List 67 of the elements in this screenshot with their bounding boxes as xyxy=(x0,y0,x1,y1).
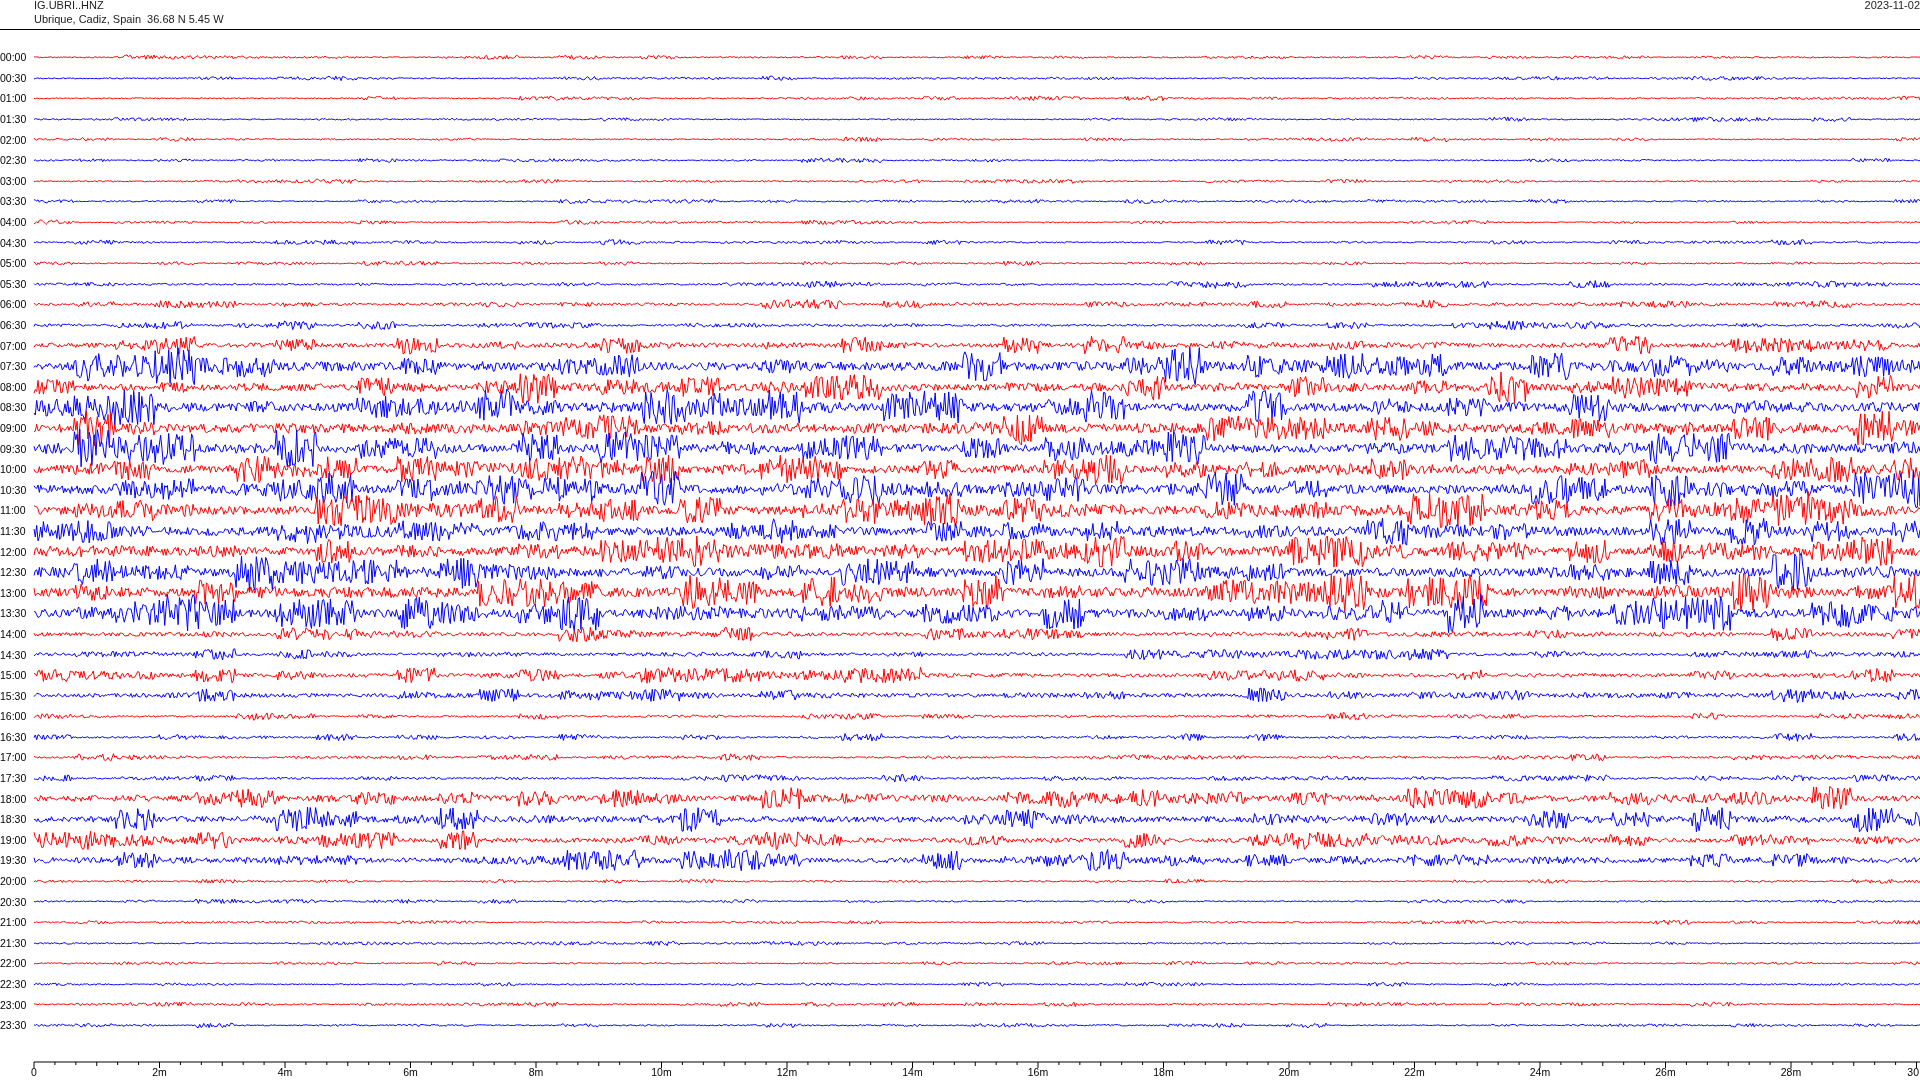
row-time-label: 02:00 xyxy=(0,133,28,146)
row-time-label: 22:30 xyxy=(0,978,28,990)
row-time-label: 09:30 xyxy=(0,442,28,455)
row-time-label: 00:30 xyxy=(0,71,28,84)
axis-label: 12m xyxy=(776,1065,798,1078)
axis-label: 30 xyxy=(1907,1065,1919,1078)
row-time-label: 19:30 xyxy=(0,854,28,867)
row-time-label: 04:00 xyxy=(0,216,28,229)
axis-label: 16m xyxy=(1027,1065,1049,1078)
axis-label: 6m xyxy=(403,1065,418,1078)
row-time-label: 15:00 xyxy=(0,669,28,682)
axis-label: 10m xyxy=(651,1065,672,1078)
axis-label: 28m xyxy=(1780,1065,1802,1078)
row-time-label: 16:30 xyxy=(0,730,28,743)
row-time-label: 21:00 xyxy=(0,916,28,929)
row-time-label: 18:00 xyxy=(0,792,28,805)
station-code: IG.UBRI..HNZ xyxy=(34,0,105,12)
axis-label: 8m xyxy=(528,1065,544,1078)
row-time-label: 06:30 xyxy=(0,319,28,331)
axis-label: 0 xyxy=(31,1065,37,1078)
row-time-label: 01:30 xyxy=(0,113,28,126)
record-date: 2023-11-02 xyxy=(1864,0,1920,13)
row-time-label: 18:30 xyxy=(0,813,28,826)
axis-label: 2m xyxy=(152,1065,167,1078)
row-time-label: 07:30 xyxy=(0,360,28,373)
row-time-label: 11:00 xyxy=(0,504,27,517)
row-time-label: 08:30 xyxy=(0,401,28,414)
row-time-label: 09:00 xyxy=(0,422,28,434)
row-time-label: 04:30 xyxy=(0,236,28,249)
axis-label: 22m xyxy=(1404,1065,1425,1078)
row-time-label: 23:30 xyxy=(0,1019,28,1032)
row-time-label: 20:00 xyxy=(0,875,28,888)
row-time-label: 12:00 xyxy=(0,545,28,558)
row-time-label: 12:30 xyxy=(0,566,28,579)
axis-label: 24m xyxy=(1529,1065,1551,1078)
row-time-label: 01:00 xyxy=(0,92,28,105)
row-time-label: 05:30 xyxy=(0,277,28,290)
row-time-label: 19:00 xyxy=(0,833,28,846)
row-time-label: 22:00 xyxy=(0,957,28,970)
row-time-label: 07:00 xyxy=(0,339,28,352)
row-time-label: 21:30 xyxy=(0,936,28,949)
row-time-label: 02:30 xyxy=(0,154,28,167)
row-time-label: 15:30 xyxy=(0,689,28,702)
row-time-label: 08:00 xyxy=(0,380,28,393)
axis-label: 20m xyxy=(1278,1065,1300,1078)
row-time-label: 03:30 xyxy=(0,195,28,208)
row-time-label: 10:00 xyxy=(0,463,28,476)
row-time-label: 14:00 xyxy=(0,627,28,640)
axis-label: 4m xyxy=(277,1065,293,1078)
row-time-label: 00:00 xyxy=(0,51,28,64)
row-time-label: 23:00 xyxy=(0,998,28,1011)
axis-label: 18m xyxy=(1153,1065,1174,1078)
row-time-label: 13:00 xyxy=(0,586,28,599)
row-time-label: 05:00 xyxy=(0,257,28,270)
row-time-label: 10:30 xyxy=(0,483,28,496)
row-time-label: 13:30 xyxy=(0,607,28,620)
row-time-label: 03:00 xyxy=(0,174,28,187)
station-location: Ubrique, Cadiz, Spain 36.68 N 5.45 W xyxy=(34,12,224,26)
row-time-label: 17:00 xyxy=(0,751,28,764)
row-time-label: 14:30 xyxy=(0,648,28,661)
row-time-label: 17:30 xyxy=(0,772,28,785)
row-time-label: 11:30 xyxy=(0,524,27,537)
row-time-label: 20:30 xyxy=(0,895,28,908)
axis-label: 14m xyxy=(902,1065,923,1078)
axis-label: 26m xyxy=(1655,1065,1676,1078)
row-time-label: 06:00 xyxy=(0,298,28,311)
row-time-label: 16:00 xyxy=(0,710,28,723)
